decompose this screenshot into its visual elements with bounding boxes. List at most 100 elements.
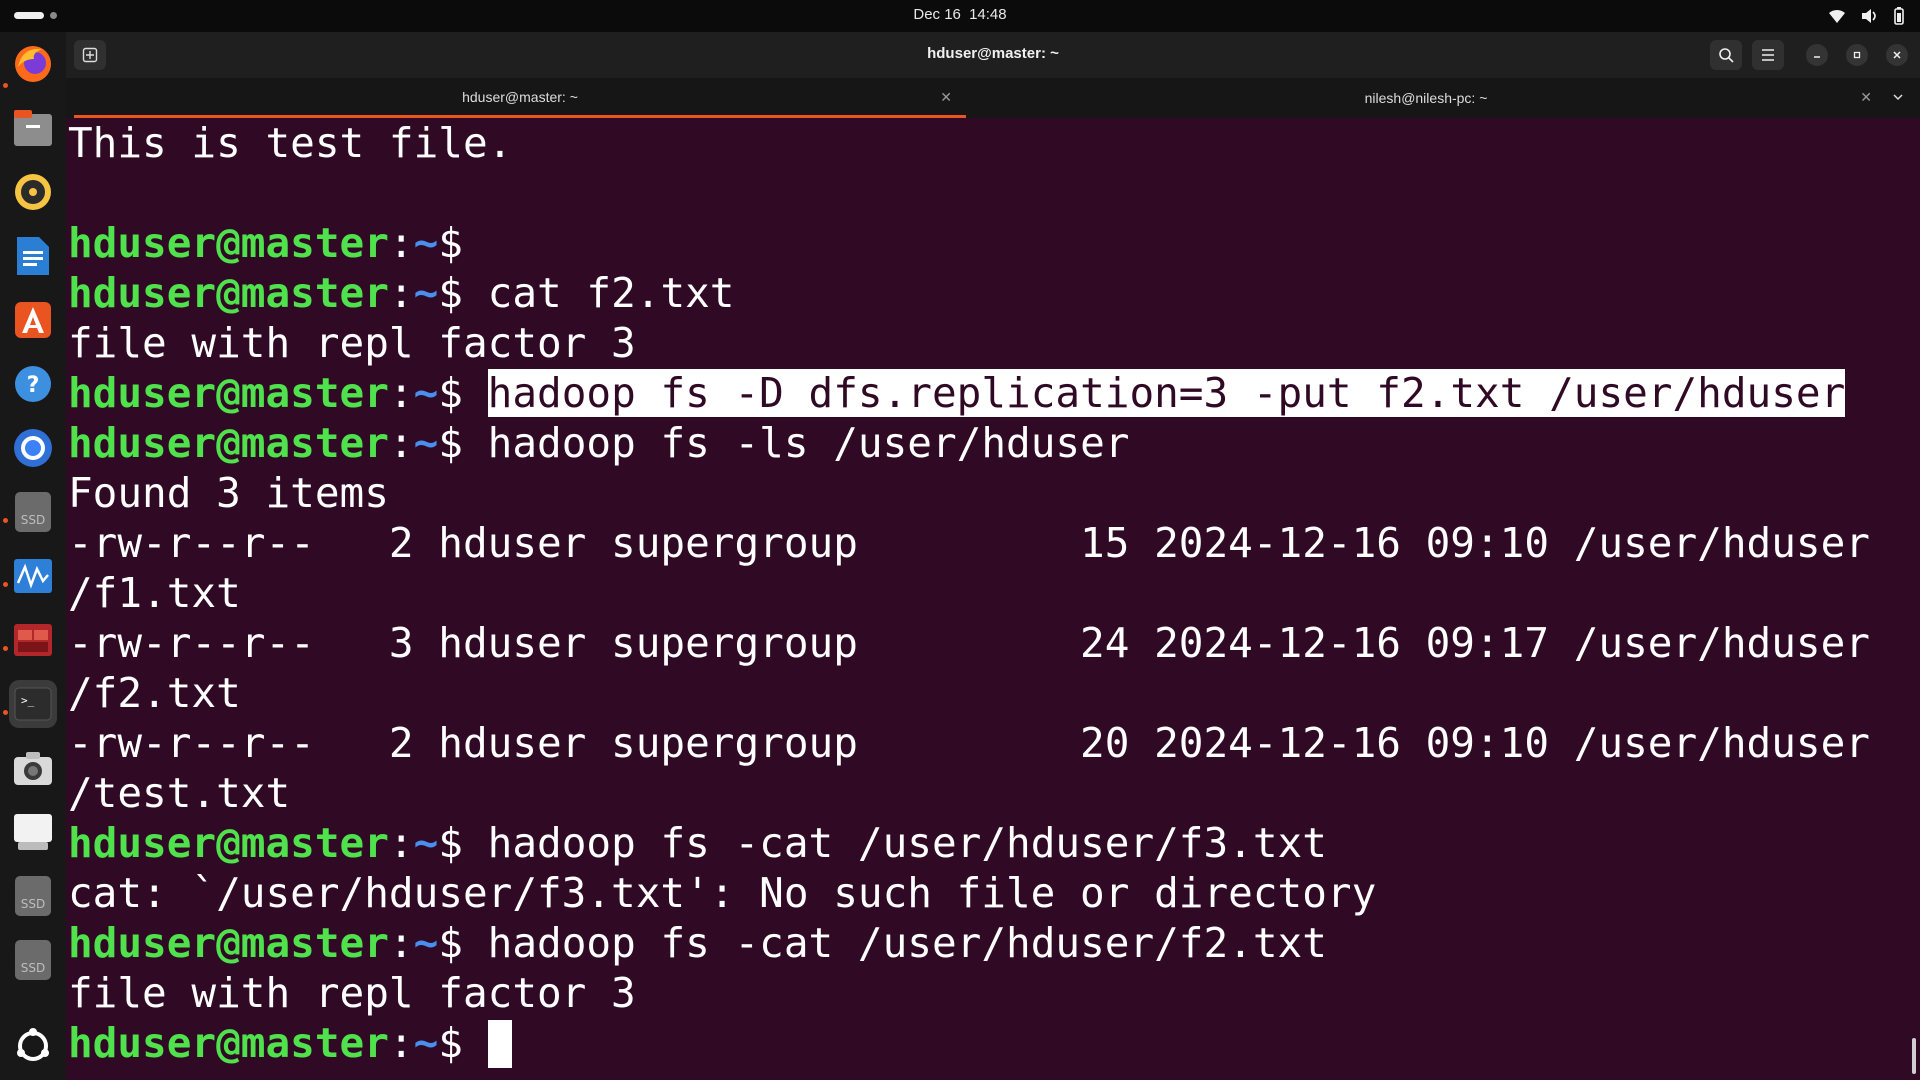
prompt-colon: : bbox=[388, 819, 414, 867]
prompt-user: hduser@master bbox=[68, 219, 389, 267]
prompt-symbol: $ bbox=[438, 219, 463, 267]
prompt-line: hduser@master:~$ hadoop fs -ls /user/hdu… bbox=[68, 418, 1918, 468]
output-line: /f2.txt bbox=[68, 668, 1918, 718]
output-line: -rw-r--r-- 2 hduser supergroup 15 2024-1… bbox=[68, 518, 1918, 568]
output-text: file with repl factor 3 bbox=[68, 319, 636, 367]
ssd-drive-icon[interactable]: SSD bbox=[9, 488, 57, 536]
system-tray[interactable] bbox=[1828, 7, 1906, 25]
scrollbar[interactable] bbox=[1912, 1038, 1916, 1074]
system-monitor-icon[interactable] bbox=[9, 552, 57, 600]
prompt-symbol: $ bbox=[438, 369, 463, 417]
onscreen-keyboard-icon[interactable] bbox=[9, 808, 57, 856]
search-icon bbox=[1719, 48, 1734, 63]
files-icon[interactable] bbox=[9, 104, 57, 152]
text-cursor bbox=[487, 1020, 512, 1068]
close-icon bbox=[1893, 51, 1901, 59]
tab-label: nilesh@nilesh-pc: ~ bbox=[1364, 90, 1488, 106]
volume-icon bbox=[1860, 8, 1878, 24]
terminal-icon[interactable]: >_ bbox=[9, 680, 57, 728]
app-center-icon[interactable] bbox=[9, 296, 57, 344]
tab-hduser-master[interactable]: hduser@master: ~ ✕ bbox=[74, 78, 966, 118]
dock: ? SSD >_ SSD SSD bbox=[0, 32, 66, 1080]
battery-icon bbox=[1892, 7, 1906, 25]
terminal-output[interactable]: This is test file. hduser@master:~$ hduser… bbox=[68, 118, 1918, 1080]
chromium-icon[interactable] bbox=[9, 424, 57, 472]
output-line: /test.txt bbox=[68, 768, 1918, 818]
svg-text:?: ? bbox=[27, 373, 40, 398]
output-line: cat: `/user/hduser/f3.txt': No such file… bbox=[68, 868, 1918, 918]
ssd-drive-2-icon[interactable]: SSD bbox=[9, 872, 57, 920]
clock[interactable]: Dec 16 14:48 bbox=[0, 6, 1920, 23]
output-text: file with repl factor 3 bbox=[68, 969, 636, 1017]
prompt-user: hduser@master bbox=[68, 369, 389, 417]
ssd-label: SSD bbox=[21, 897, 45, 911]
prompt-path: ~ bbox=[413, 219, 439, 267]
tab-nilesh-pc[interactable]: nilesh@nilesh-pc: ~ ✕ bbox=[966, 78, 1886, 118]
command-text: hadoop fs -ls /user/hduser bbox=[462, 419, 1130, 467]
search-button[interactable] bbox=[1710, 40, 1742, 70]
clock-date: Dec 16 bbox=[913, 6, 961, 23]
output-line: -rw-r--r-- 3 hduser supergroup 24 2024-1… bbox=[68, 618, 1918, 668]
command-text: cat f2.txt bbox=[462, 269, 735, 317]
tab-close-icon[interactable]: ✕ bbox=[940, 89, 952, 106]
prompt-colon: : bbox=[388, 1019, 414, 1067]
maximize-button[interactable] bbox=[1846, 44, 1868, 66]
prompt-colon: : bbox=[388, 419, 414, 467]
output-line: file with repl factor 3 bbox=[68, 968, 1918, 1018]
title-bar[interactable]: hduser@master: ~ bbox=[66, 32, 1920, 78]
prompt-line: hduser@master:~$ bbox=[68, 218, 1918, 268]
prompt-user: hduser@master bbox=[68, 269, 389, 317]
restore-icon bbox=[1853, 51, 1861, 59]
prompt-user: hduser@master bbox=[68, 1019, 389, 1067]
minimize-button[interactable] bbox=[1806, 44, 1828, 66]
prompt-path: ~ bbox=[413, 269, 439, 317]
terminal-app-red-icon[interactable] bbox=[9, 616, 57, 664]
output-text: /f2.txt bbox=[68, 669, 241, 717]
ssd-drive-3-icon[interactable]: SSD bbox=[9, 936, 57, 984]
output-text: Found 3 items bbox=[68, 469, 389, 517]
output-text: -rw-r--r-- 2 hduser supergroup 20 2024-1… bbox=[68, 719, 1870, 767]
menu-button[interactable] bbox=[1752, 40, 1784, 70]
rhythmbox-icon[interactable] bbox=[9, 168, 57, 216]
running-indicator bbox=[3, 710, 8, 715]
running-indicator bbox=[3, 582, 8, 587]
prompt-line: hduser@master:~$ hadoop fs -D dfs.replic… bbox=[68, 368, 1918, 418]
output-line: This is test file. bbox=[68, 118, 1918, 168]
prompt-user: hduser@master bbox=[68, 419, 389, 467]
tab-list-chevron-down-icon[interactable] bbox=[1892, 90, 1904, 106]
tab-label: hduser@master: ~ bbox=[462, 88, 578, 105]
firefox-icon[interactable] bbox=[9, 40, 57, 88]
prompt-symbol: $ bbox=[438, 269, 463, 317]
minimize-icon bbox=[1814, 56, 1820, 58]
prompt-path: ~ bbox=[413, 1019, 439, 1067]
prompt-colon: : bbox=[388, 269, 414, 317]
output-line: /f1.txt bbox=[68, 568, 1918, 618]
output-text: -rw-r--r-- 3 hduser supergroup 24 2024-1… bbox=[68, 619, 1870, 667]
prompt-user: hduser@master bbox=[68, 919, 389, 967]
close-button[interactable] bbox=[1886, 44, 1908, 66]
prompt-user: hduser@master bbox=[68, 819, 389, 867]
output-text: cat: `/user/hduser/f3.txt': No such file… bbox=[68, 869, 1377, 917]
help-icon[interactable]: ? bbox=[9, 360, 57, 408]
tab-close-icon[interactable]: ✕ bbox=[1860, 89, 1872, 106]
ssd-label: SSD bbox=[21, 961, 45, 975]
output-text: -rw-r--r-- 2 hduser supergroup 15 2024-1… bbox=[68, 519, 1870, 567]
selected-command: hadoop fs -D dfs.replication=3 -put f2.t… bbox=[487, 369, 1846, 417]
output-line: Found 3 items bbox=[68, 468, 1918, 518]
command-text: hadoop fs -cat /user/hduser/f3.txt bbox=[462, 819, 1327, 867]
hamburger-menu-icon bbox=[1762, 49, 1774, 61]
libreoffice-writer-icon[interactable] bbox=[9, 232, 57, 280]
top-bar: Dec 16 14:48 bbox=[0, 0, 1920, 32]
camera-icon[interactable] bbox=[9, 744, 57, 792]
svg-text:>_: >_ bbox=[21, 694, 35, 707]
prompt-line: hduser@master:~$ bbox=[68, 1018, 1918, 1068]
output-text: /test.txt bbox=[68, 769, 291, 817]
prompt-line: hduser@master:~$ hadoop fs -cat /user/hd… bbox=[68, 818, 1918, 868]
show-apps-icon[interactable] bbox=[9, 1022, 57, 1070]
prompt-path: ~ bbox=[413, 419, 439, 467]
running-indicator bbox=[3, 518, 8, 523]
window-title: hduser@master: ~ bbox=[927, 45, 1059, 62]
clock-time: 14:48 bbox=[969, 6, 1007, 23]
output-text: /f1.txt bbox=[68, 569, 241, 617]
